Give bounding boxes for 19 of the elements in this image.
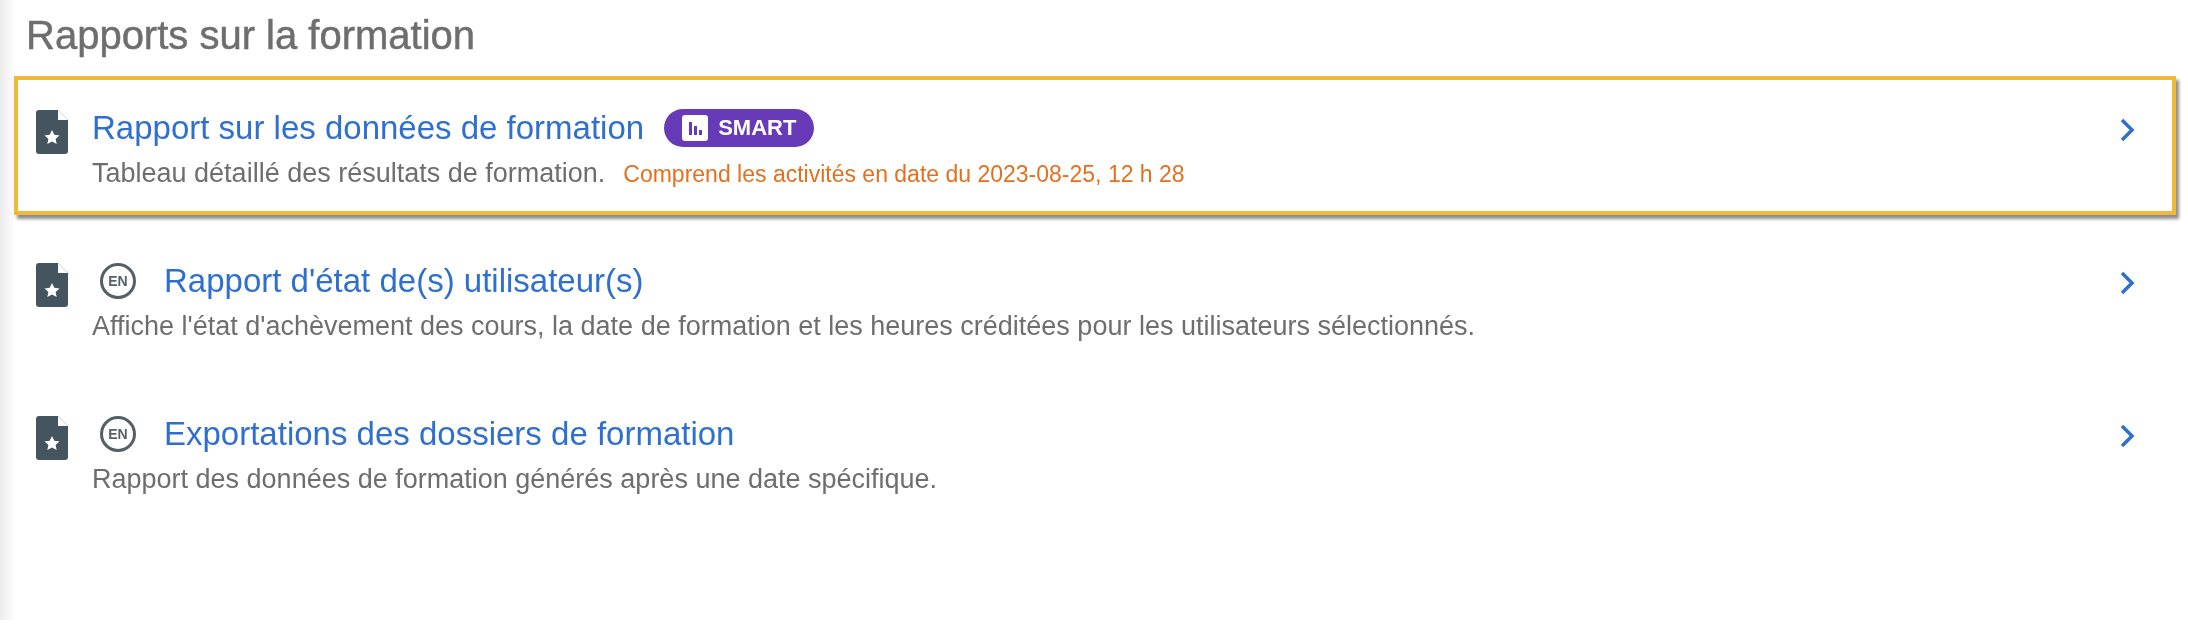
chevron-right-icon [2120, 271, 2136, 295]
report-description: Affiche l'état d'achèvement des cours, la date de formation et les heures créditées pour les utilisateurs sélectionnés. [92, 311, 1476, 342]
report-link[interactable]: Rapport d'état de(s) utilisateur(s) [164, 262, 644, 300]
language-icon: EN [100, 263, 136, 299]
chevron-right-icon [2120, 118, 2136, 142]
report-link[interactable]: Rapport sur les données de formation [92, 109, 645, 147]
report-description: Rapport des données de formation générés après une date spécifique. [92, 464, 938, 495]
bar-chart-icon [682, 115, 709, 141]
report-file-icon [36, 263, 69, 307]
report-file-icon [36, 110, 69, 154]
report-file-icon [36, 416, 69, 460]
report-description: Tableau détaillé des résultats de formation. [92, 158, 606, 189]
chevron-right-icon [2120, 424, 2136, 448]
report-row[interactable]: Rapport sur les données de formation SMART Tableau détaillé des résultats de formation. Comprend les activités en date du 2023-08-25, 12 h 28 [14, 76, 2176, 215]
data-date-notice: Comprend les activités en date du 2023-08-25, 12 h 28 [623, 161, 1185, 188]
report-link[interactable]: Exportations des dossiers de formation [164, 415, 735, 453]
badge-label: SMART [718, 115, 797, 141]
section-heading: Rapports sur la formation [26, 12, 477, 59]
language-icon: EN [100, 416, 136, 452]
